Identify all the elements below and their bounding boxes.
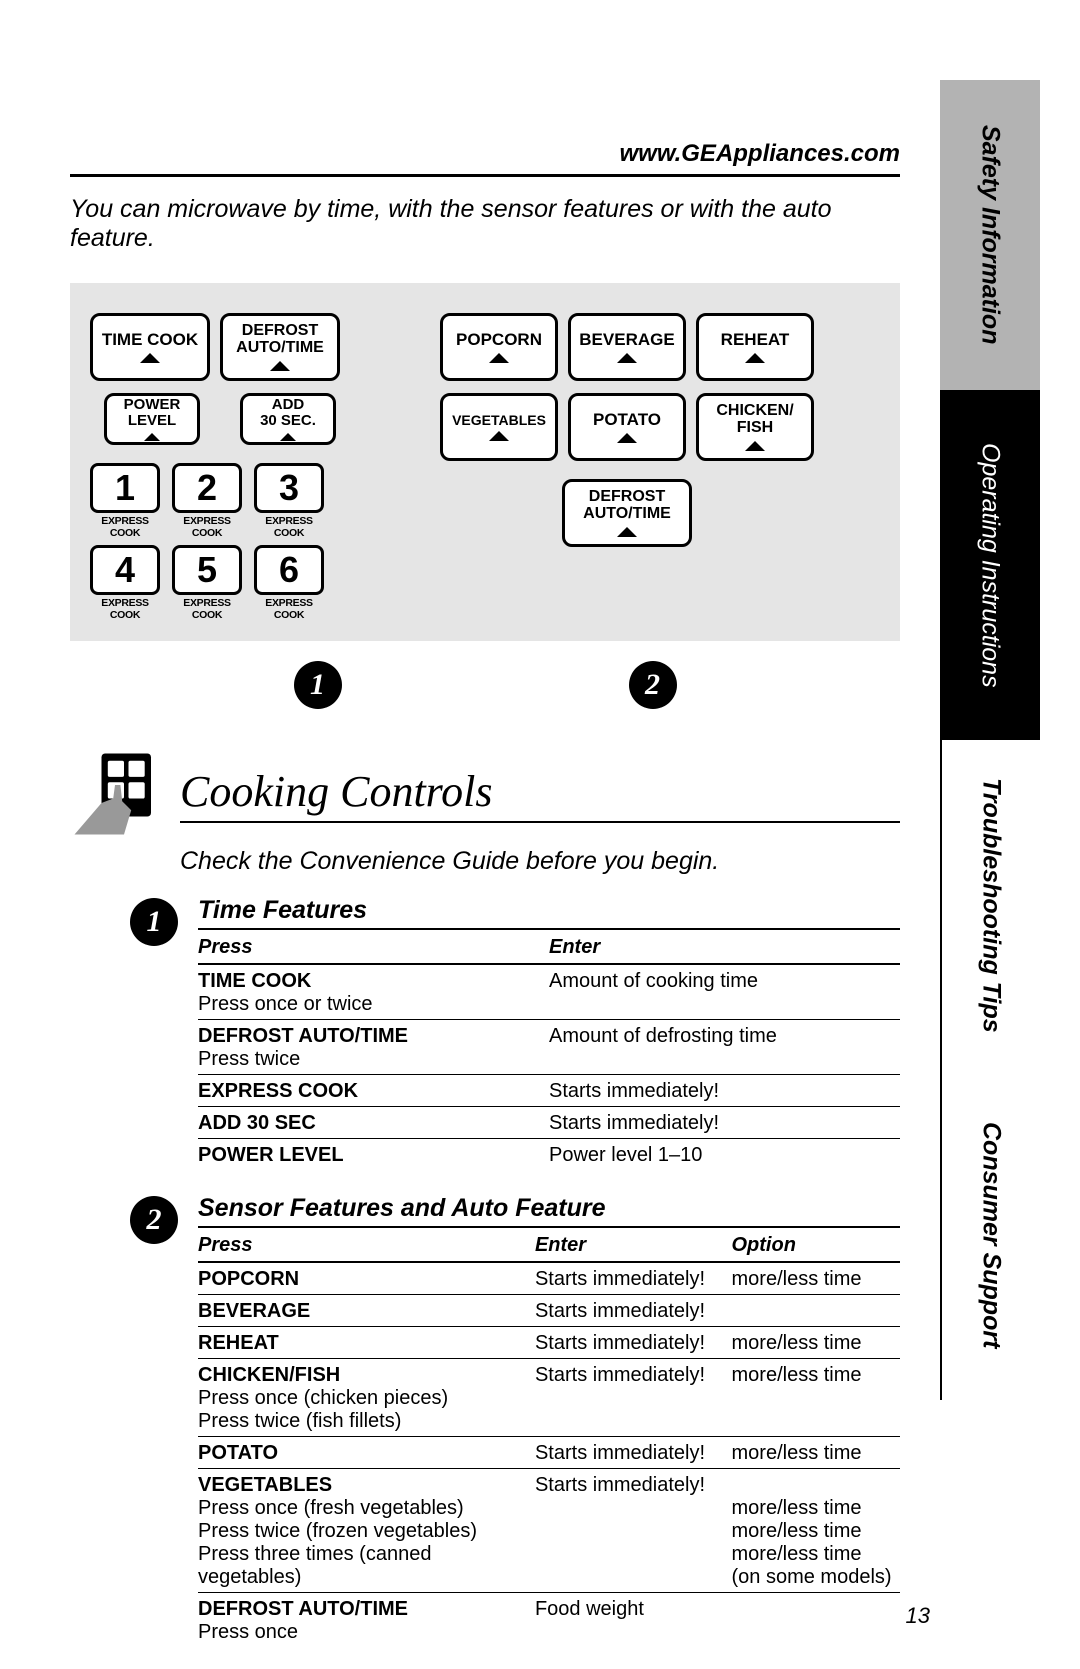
button-label: TIME COOK <box>102 331 198 349</box>
col-enter: Enter <box>535 1230 732 1262</box>
arrow-up-icon <box>144 433 160 441</box>
express-2-button[interactable]: 2EXPRESS COOK <box>172 463 242 539</box>
callout-2-inline: 2 <box>130 1196 178 1244</box>
express-4-button[interactable]: 4EXPRESS COOK <box>90 545 160 621</box>
arrow-up-icon <box>270 361 290 371</box>
express-3-button[interactable]: 3EXPRESS COOK <box>254 463 324 539</box>
callouts-row: 1 2 <box>70 661 900 709</box>
col-option: Option <box>732 1230 901 1262</box>
arrow-up-icon <box>489 431 509 441</box>
sidebar-tabs: Safety Information Operating Instruction… <box>940 80 1060 1589</box>
button-label: ADD30 SEC. <box>260 397 316 429</box>
defrost-button[interactable]: DEFROSTAUTO/TIME <box>220 313 340 381</box>
header-url: www.GEAppliances.com <box>70 140 900 177</box>
defrost-auto-button[interactable]: DEFROSTAUTO/TIME <box>562 479 692 547</box>
time-cook-button[interactable]: TIME COOK <box>90 313 210 381</box>
popcorn-button[interactable]: POPCORN <box>440 313 558 381</box>
sensor-features-title: Sensor Features and Auto Feature <box>198 1194 900 1228</box>
arrow-up-icon <box>745 353 765 363</box>
express-6-button[interactable]: 6EXPRESS COOK <box>254 545 324 621</box>
tab-operating[interactable]: Operating Instructions <box>940 390 1040 740</box>
chicken-fish-button[interactable]: CHICKEN/FISH <box>696 393 814 461</box>
time-features-title: Time Features <box>198 896 900 930</box>
hand-press-icon <box>70 749 160 839</box>
col-press: Press <box>198 932 549 964</box>
arrow-up-icon <box>617 353 637 363</box>
arrow-up-icon <box>745 441 765 451</box>
tab-troubleshooting[interactable]: Troubleshooting Tips <box>940 740 1040 1070</box>
callout-1: 1 <box>294 661 342 709</box>
col-press: Press <box>198 1230 535 1262</box>
callout-2: 2 <box>629 661 677 709</box>
button-label: DEFROSTAUTO/TIME <box>236 323 324 357</box>
control-panel: TIME COOK DEFROSTAUTO/TIME POWERLEVEL AD… <box>70 283 900 641</box>
arrow-up-icon <box>140 353 160 363</box>
vegetables-button[interactable]: VEGETABLES <box>440 393 558 461</box>
tab-safety[interactable]: Safety Information <box>940 80 1040 390</box>
section-title: Cooking Controls <box>180 766 900 823</box>
arrow-up-icon <box>617 527 637 537</box>
callout-1-inline: 1 <box>130 898 178 946</box>
panel-left-group: TIME COOK DEFROSTAUTO/TIME POWERLEVEL AD… <box>90 313 340 621</box>
button-label: POWERLEVEL <box>124 397 181 429</box>
express-5-button[interactable]: 5EXPRESS COOK <box>172 545 242 621</box>
express-1-button[interactable]: 1EXPRESS COOK <box>90 463 160 539</box>
add-30-button[interactable]: ADD30 SEC. <box>240 393 336 445</box>
reheat-button[interactable]: REHEAT <box>696 313 814 381</box>
page-number: 13 <box>906 1603 930 1629</box>
beverage-button[interactable]: BEVERAGE <box>568 313 686 381</box>
time-features-table: Press Enter TIME COOKPress once or twice… <box>198 932 900 1170</box>
panel-right-group: POPCORN BEVERAGE REHEAT VEGETABLES POTAT… <box>440 313 814 559</box>
tab-consumer[interactable]: Consumer Support <box>940 1070 1040 1400</box>
sensor-features-table: Press Enter Option POPCORNStarts immedia… <box>198 1230 900 1647</box>
potato-button[interactable]: POTATO <box>568 393 686 461</box>
power-level-button[interactable]: POWERLEVEL <box>104 393 200 445</box>
intro-text: You can microwave by time, with the sens… <box>70 195 900 253</box>
arrow-up-icon <box>617 433 637 443</box>
arrow-up-icon <box>280 433 296 441</box>
section-subtitle: Check the Convenience Guide before you b… <box>180 847 900 876</box>
col-enter: Enter <box>549 932 900 964</box>
arrow-up-icon <box>489 353 509 363</box>
